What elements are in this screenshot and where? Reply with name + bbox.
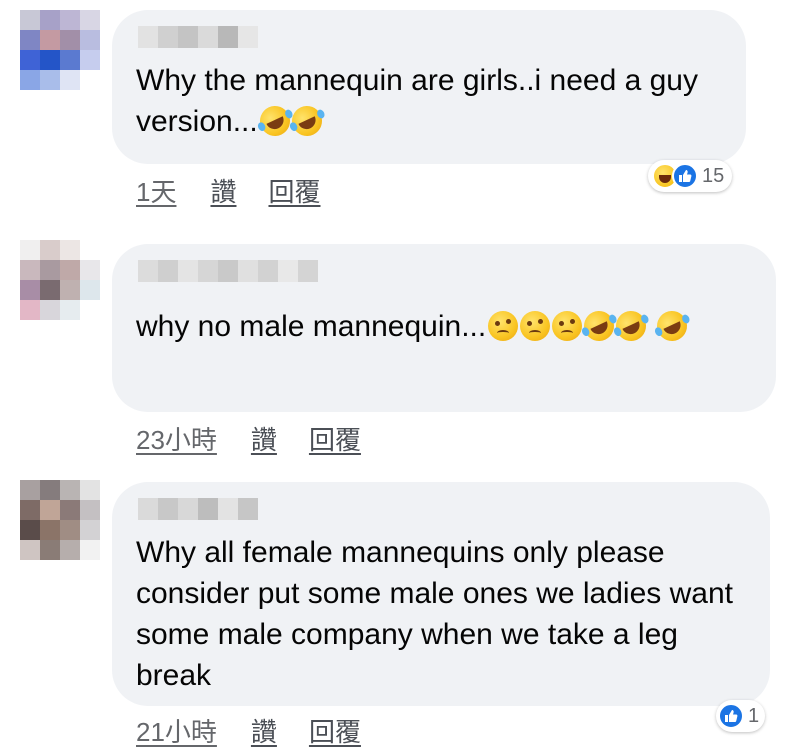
- avatar[interactable]: [20, 480, 100, 560]
- rolling-on-floor-laughing-icon: [579, 306, 620, 346]
- commenter-name-blurred[interactable]: [138, 260, 318, 282]
- like-reaction-icon: [672, 163, 698, 189]
- reaction-summary[interactable]: 15: [648, 160, 733, 192]
- comment-actions: 1天 讚 回覆: [136, 172, 321, 209]
- woozy-face-icon: [552, 311, 583, 341]
- like-link[interactable]: 讚: [210, 172, 236, 209]
- comment-text: why no male mannequin...: [136, 306, 756, 347]
- rolling-on-floor-laughing-icon: [651, 306, 692, 346]
- rolling-on-floor-laughing-icon: [286, 101, 327, 141]
- timestamp-link[interactable]: 23小時: [136, 420, 217, 457]
- like-link[interactable]: 讚: [251, 420, 277, 457]
- woozy-face-icon: [488, 311, 519, 341]
- like-reaction-icon: [718, 703, 744, 729]
- comment-bubble: Why all female mannequins only please co…: [112, 482, 770, 706]
- reply-link[interactable]: 回覆: [309, 712, 361, 749]
- comment-bubble: Why the mannequin are girls..i need a gu…: [112, 10, 746, 164]
- timestamp-link[interactable]: 1天: [136, 172, 176, 209]
- commenter-name-blurred[interactable]: [138, 498, 258, 520]
- woozy-face-icon: [520, 311, 551, 341]
- comment-actions: 21小時 讚 回覆: [136, 712, 361, 749]
- reply-link[interactable]: 回覆: [268, 172, 320, 209]
- comment-bubble: why no male mannequin...: [112, 244, 776, 412]
- avatar[interactable]: [20, 240, 100, 320]
- rolling-on-floor-laughing-icon: [611, 306, 652, 346]
- comment-text: Why the mannequin are girls..i need a gu…: [136, 60, 726, 142]
- like-link[interactable]: 讚: [251, 712, 277, 749]
- timestamp-link[interactable]: 21小時: [136, 712, 217, 749]
- reaction-count: 1: [748, 704, 760, 727]
- reply-link[interactable]: 回覆: [309, 420, 361, 457]
- avatar[interactable]: [20, 10, 100, 90]
- comment-actions: 23小時 讚 回覆: [136, 420, 361, 457]
- commenter-name-blurred[interactable]: [138, 26, 258, 48]
- reaction-count: 15: [702, 164, 725, 187]
- reaction-summary[interactable]: 1: [716, 700, 766, 732]
- comment-text: Why all female mannequins only please co…: [136, 536, 742, 692]
- rolling-on-floor-laughing-icon: [254, 101, 295, 141]
